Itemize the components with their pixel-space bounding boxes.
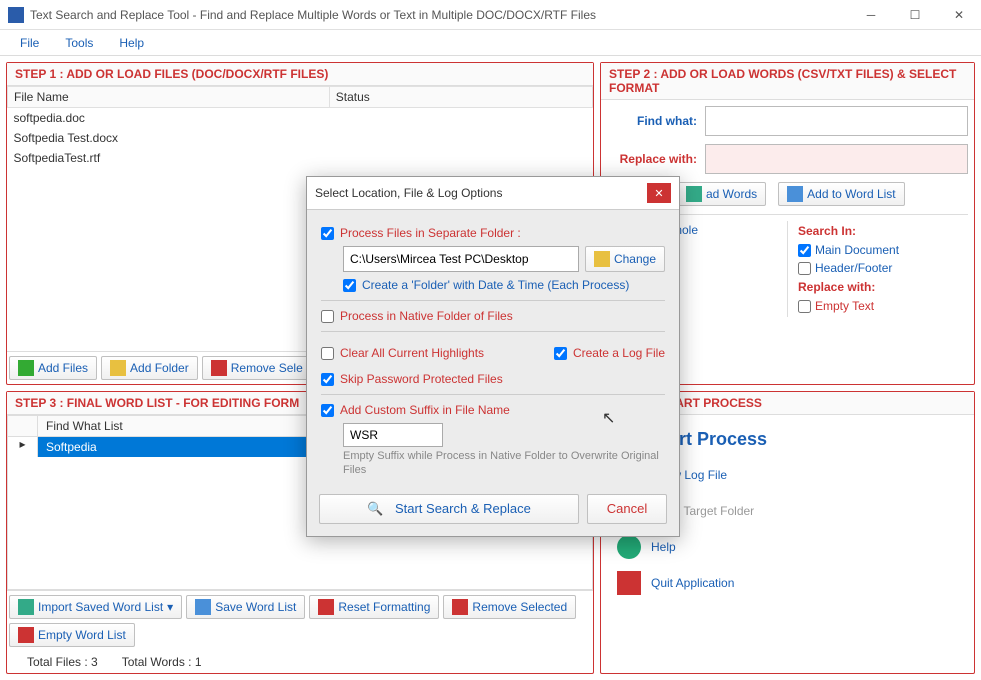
menu-tools[interactable]: Tools bbox=[53, 33, 105, 53]
load-words-button[interactable]: ad Words bbox=[677, 182, 766, 206]
file-row[interactable]: softpedia.doc bbox=[8, 108, 593, 129]
replace-with-label: Replace with: bbox=[607, 152, 697, 166]
add-folder-button[interactable]: Add Folder bbox=[101, 356, 198, 380]
create-folder-label: Create a 'Folder' with Date & Time (Each… bbox=[362, 278, 629, 292]
import-wordlist-button[interactable]: Import Saved Word List ▾ bbox=[9, 595, 182, 619]
process-native-checkbox[interactable] bbox=[321, 310, 334, 323]
file-row[interactable]: Softpedia Test.docx bbox=[8, 128, 593, 148]
file-row[interactable]: SoftpediaTest.rtf bbox=[8, 148, 593, 168]
quit-button[interactable]: Quit Application bbox=[607, 565, 968, 601]
total-files-status: Total Files : 3 bbox=[27, 655, 98, 669]
files-table[interactable]: File Name Status softpedia.docSoftpedia … bbox=[7, 86, 593, 168]
remove-selected-word-button[interactable]: Remove Selected bbox=[443, 595, 576, 619]
remove-icon bbox=[452, 599, 468, 615]
create-folder-checkbox[interactable] bbox=[343, 279, 356, 292]
app-logo-icon bbox=[8, 7, 24, 23]
col-status[interactable]: Status bbox=[329, 87, 592, 108]
step1-header: STEP 1 : ADD OR LOAD FILES (DOC/DOCX/RTF… bbox=[7, 63, 593, 86]
clear-highlights-checkbox[interactable] bbox=[321, 347, 334, 360]
remove-selected-button[interactable]: Remove Sele bbox=[202, 356, 312, 380]
dialog-close-button[interactable]: ✕ bbox=[647, 183, 671, 203]
options-dialog: Select Location, File & Log Options ✕ Pr… bbox=[306, 176, 680, 537]
empty-icon bbox=[18, 627, 34, 643]
find-what-input[interactable] bbox=[705, 106, 968, 136]
add-to-wordlist-button[interactable]: Add to Word List bbox=[778, 182, 905, 206]
suffix-hint: Empty Suffix while Process in Native Fol… bbox=[343, 449, 665, 478]
process-separate-label: Process Files in Separate Folder : bbox=[340, 226, 521, 240]
save-wordlist-button[interactable]: Save Word List bbox=[186, 595, 305, 619]
header-footer-label: Header/Footer bbox=[815, 261, 892, 275]
cancel-button[interactable]: Cancel bbox=[587, 494, 667, 524]
create-log-label: Create a Log File bbox=[573, 346, 665, 360]
output-path-input[interactable] bbox=[343, 246, 579, 272]
delete-icon bbox=[211, 360, 227, 376]
load-icon bbox=[686, 186, 702, 202]
replace-with-header: Replace with: bbox=[794, 277, 968, 297]
close-button[interactable]: ✕ bbox=[937, 0, 981, 30]
menubar: File Tools Help bbox=[0, 30, 981, 56]
search-in-header: Search In: bbox=[794, 221, 968, 241]
skip-password-label: Skip Password Protected Files bbox=[340, 372, 503, 386]
maximize-button[interactable]: ☐ bbox=[893, 0, 937, 30]
process-native-label: Process in Native Folder of Files bbox=[340, 309, 513, 323]
col-file-name[interactable]: File Name bbox=[8, 87, 330, 108]
add-suffix-label: Add Custom Suffix in File Name bbox=[340, 403, 510, 417]
create-log-checkbox[interactable] bbox=[554, 347, 567, 360]
dialog-title: Select Location, File & Log Options bbox=[315, 186, 502, 200]
step2-header: STEP 2 : ADD OR LOAD WORDS (CSV/TXT FILE… bbox=[601, 63, 974, 100]
quit-icon bbox=[617, 571, 641, 595]
titlebar: Text Search and Replace Tool - Find and … bbox=[0, 0, 981, 30]
reset-formatting-button[interactable]: Reset Formatting bbox=[309, 595, 439, 619]
empty-text-label: Empty Text bbox=[815, 299, 874, 313]
total-words-status: Total Words : 1 bbox=[122, 655, 202, 669]
main-doc-checkbox[interactable] bbox=[798, 244, 811, 257]
add-suffix-checkbox[interactable] bbox=[321, 404, 334, 417]
process-separate-checkbox[interactable] bbox=[321, 227, 334, 240]
window-title: Text Search and Replace Tool - Find and … bbox=[30, 8, 849, 22]
browse-icon bbox=[594, 251, 610, 267]
skip-password-checkbox[interactable] bbox=[321, 373, 334, 386]
change-path-button[interactable]: Change bbox=[585, 246, 665, 272]
minimize-button[interactable]: ─ bbox=[849, 0, 893, 30]
start-search-replace-button[interactable]: 🔍 Start Search & Replace bbox=[319, 494, 579, 524]
folder-icon bbox=[110, 360, 126, 376]
help-icon bbox=[617, 535, 641, 559]
add-list-icon bbox=[787, 186, 803, 202]
main-doc-label: Main Document bbox=[815, 243, 899, 257]
suffix-input[interactable] bbox=[343, 423, 443, 447]
menu-help[interactable]: Help bbox=[107, 33, 156, 53]
plus-icon bbox=[18, 360, 34, 376]
import-icon bbox=[18, 599, 34, 615]
replace-with-input[interactable] bbox=[705, 144, 968, 174]
find-what-label: Find what: bbox=[607, 114, 697, 128]
save-icon bbox=[195, 599, 211, 615]
empty-wordlist-button[interactable]: Empty Word List bbox=[9, 623, 135, 647]
reset-icon bbox=[318, 599, 334, 615]
clear-highlights-label: Clear All Current Highlights bbox=[340, 346, 484, 360]
empty-text-checkbox[interactable] bbox=[798, 300, 811, 313]
menu-file[interactable]: File bbox=[8, 33, 51, 53]
add-files-button[interactable]: Add Files bbox=[9, 356, 97, 380]
header-footer-checkbox[interactable] bbox=[798, 262, 811, 275]
